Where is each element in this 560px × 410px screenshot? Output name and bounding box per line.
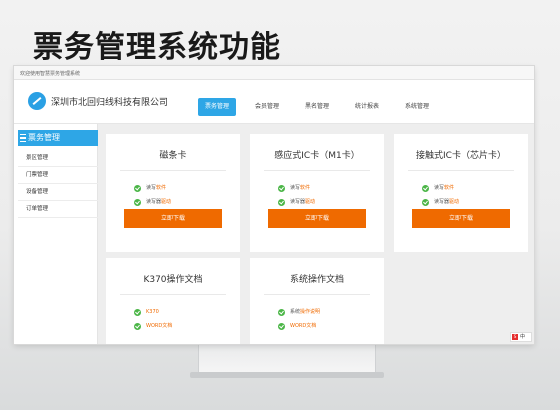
download-card-magstripe: 磁条卡 读写软件 读写器驱动 立即下载 — [106, 134, 240, 252]
card-title: K370操作文档 — [143, 275, 203, 285]
feature-prefix: 读写 — [146, 185, 157, 191]
sidebar-header[interactable]: 票务管理 — [18, 130, 98, 146]
app-header: 深圳市北回归线科技有限公司 票务管理 会员管理 黑名管理 统计报表 系统管理 — [14, 80, 534, 124]
ime-mode-label: 中 — [520, 334, 526, 340]
sidebar-item-orders[interactable]: 订单管理 — [18, 201, 98, 218]
feature-prefix: 读写器 — [434, 199, 450, 205]
feature-prefix: 系统 — [290, 309, 301, 315]
card-title: 感应式IC卡（M1卡） — [274, 151, 360, 161]
monitor-screen: 欢迎使用智慧票务管理系统 深圳市北回归线科技有限公司 票务管理 会员管理 黑名管… — [14, 66, 534, 344]
ime-logo-icon: S — [512, 334, 518, 340]
nav-item-members[interactable]: 会员管理 — [248, 98, 286, 116]
sidebar-item-devices[interactable]: 设备管理 — [18, 184, 98, 201]
feature-link[interactable]: 软件 — [300, 185, 310, 191]
ime-toolbar[interactable]: S 中 — [510, 332, 532, 342]
feature-link[interactable]: 驱动 — [305, 199, 315, 205]
feature-link[interactable]: 驱动 — [449, 199, 459, 205]
card-divider — [264, 170, 370, 171]
doc-card-system: 系统操作文档 系统操作说明 WORD文档 — [250, 258, 384, 344]
download-button[interactable]: 立即下载 — [412, 209, 510, 228]
check-circle-icon — [422, 199, 429, 206]
card-divider — [264, 294, 370, 295]
monitor-stand — [198, 342, 376, 374]
feature-link[interactable]: 软件 — [156, 185, 166, 191]
check-circle-icon — [278, 199, 285, 206]
content-area: 磁条卡 读写软件 读写器驱动 立即下载 感应式IC卡（M1卡） 读写软件 读写器… — [98, 124, 534, 344]
nav-item-reports[interactable]: 统计报表 — [348, 98, 386, 116]
card-title: 接触式IC卡（芯片卡） — [416, 151, 506, 161]
check-circle-icon — [134, 309, 141, 316]
card-divider — [120, 170, 226, 171]
feature-prefix: 读写 — [434, 185, 445, 191]
sidebar-item-tickets[interactable]: 门票管理 — [18, 167, 98, 184]
feature-link[interactable]: 操作说明 — [300, 309, 320, 315]
feature-link[interactable]: 软件 — [444, 185, 454, 191]
check-circle-icon — [422, 185, 429, 192]
download-button[interactable]: 立即下载 — [268, 209, 366, 228]
feature-prefix: 读写器 — [146, 199, 162, 205]
feature-prefix: 读写 — [290, 185, 301, 191]
logo-icon — [28, 92, 46, 110]
download-card-chip: 接触式IC卡（芯片卡） 读写软件 读写器驱动 立即下载 — [394, 134, 528, 252]
feature-link[interactable]: WORD文档 — [146, 323, 172, 329]
sidebar-item-scenic[interactable]: 景区管理 — [18, 150, 98, 167]
hamburger-icon — [20, 134, 26, 142]
nav-item-tickets[interactable]: 票务管理 — [198, 98, 236, 116]
monitor-base — [190, 372, 384, 378]
sidebar-title: 票务管理 — [28, 133, 60, 142]
card-title: 系统操作文档 — [289, 275, 344, 285]
check-circle-icon — [278, 323, 285, 330]
doc-card-k370: K370操作文档 K370 WORD文档 — [106, 258, 240, 344]
check-circle-icon — [278, 185, 285, 192]
card-title: 磁条卡 — [159, 151, 187, 161]
download-button[interactable]: 立即下载 — [124, 209, 222, 228]
browser-title-bar: 欢迎使用智慧票务管理系统 — [14, 66, 534, 80]
feature-link[interactable]: 驱动 — [161, 199, 171, 205]
card-divider — [408, 170, 514, 171]
slide-title: 票务管理系统功能 — [33, 30, 281, 65]
feature-prefix: 读写器 — [290, 199, 306, 205]
feature-link[interactable]: WORD文档 — [290, 323, 316, 329]
check-circle-icon — [278, 309, 285, 316]
card-divider — [120, 294, 226, 295]
nav-item-system[interactable]: 系统管理 — [398, 98, 436, 116]
check-circle-icon — [134, 323, 141, 330]
check-circle-icon — [134, 199, 141, 206]
nav-item-blacklist[interactable]: 黑名管理 — [298, 98, 336, 116]
download-card-m1: 感应式IC卡（M1卡） 读写软件 读写器驱动 立即下载 — [250, 134, 384, 252]
sidebar: 票务管理 景区管理 门票管理 设备管理 订单管理 — [14, 124, 98, 344]
feature-link[interactable]: K370 — [146, 309, 159, 315]
company-name: 深圳市北回归线科技有限公司 — [51, 98, 169, 108]
check-circle-icon — [134, 185, 141, 192]
